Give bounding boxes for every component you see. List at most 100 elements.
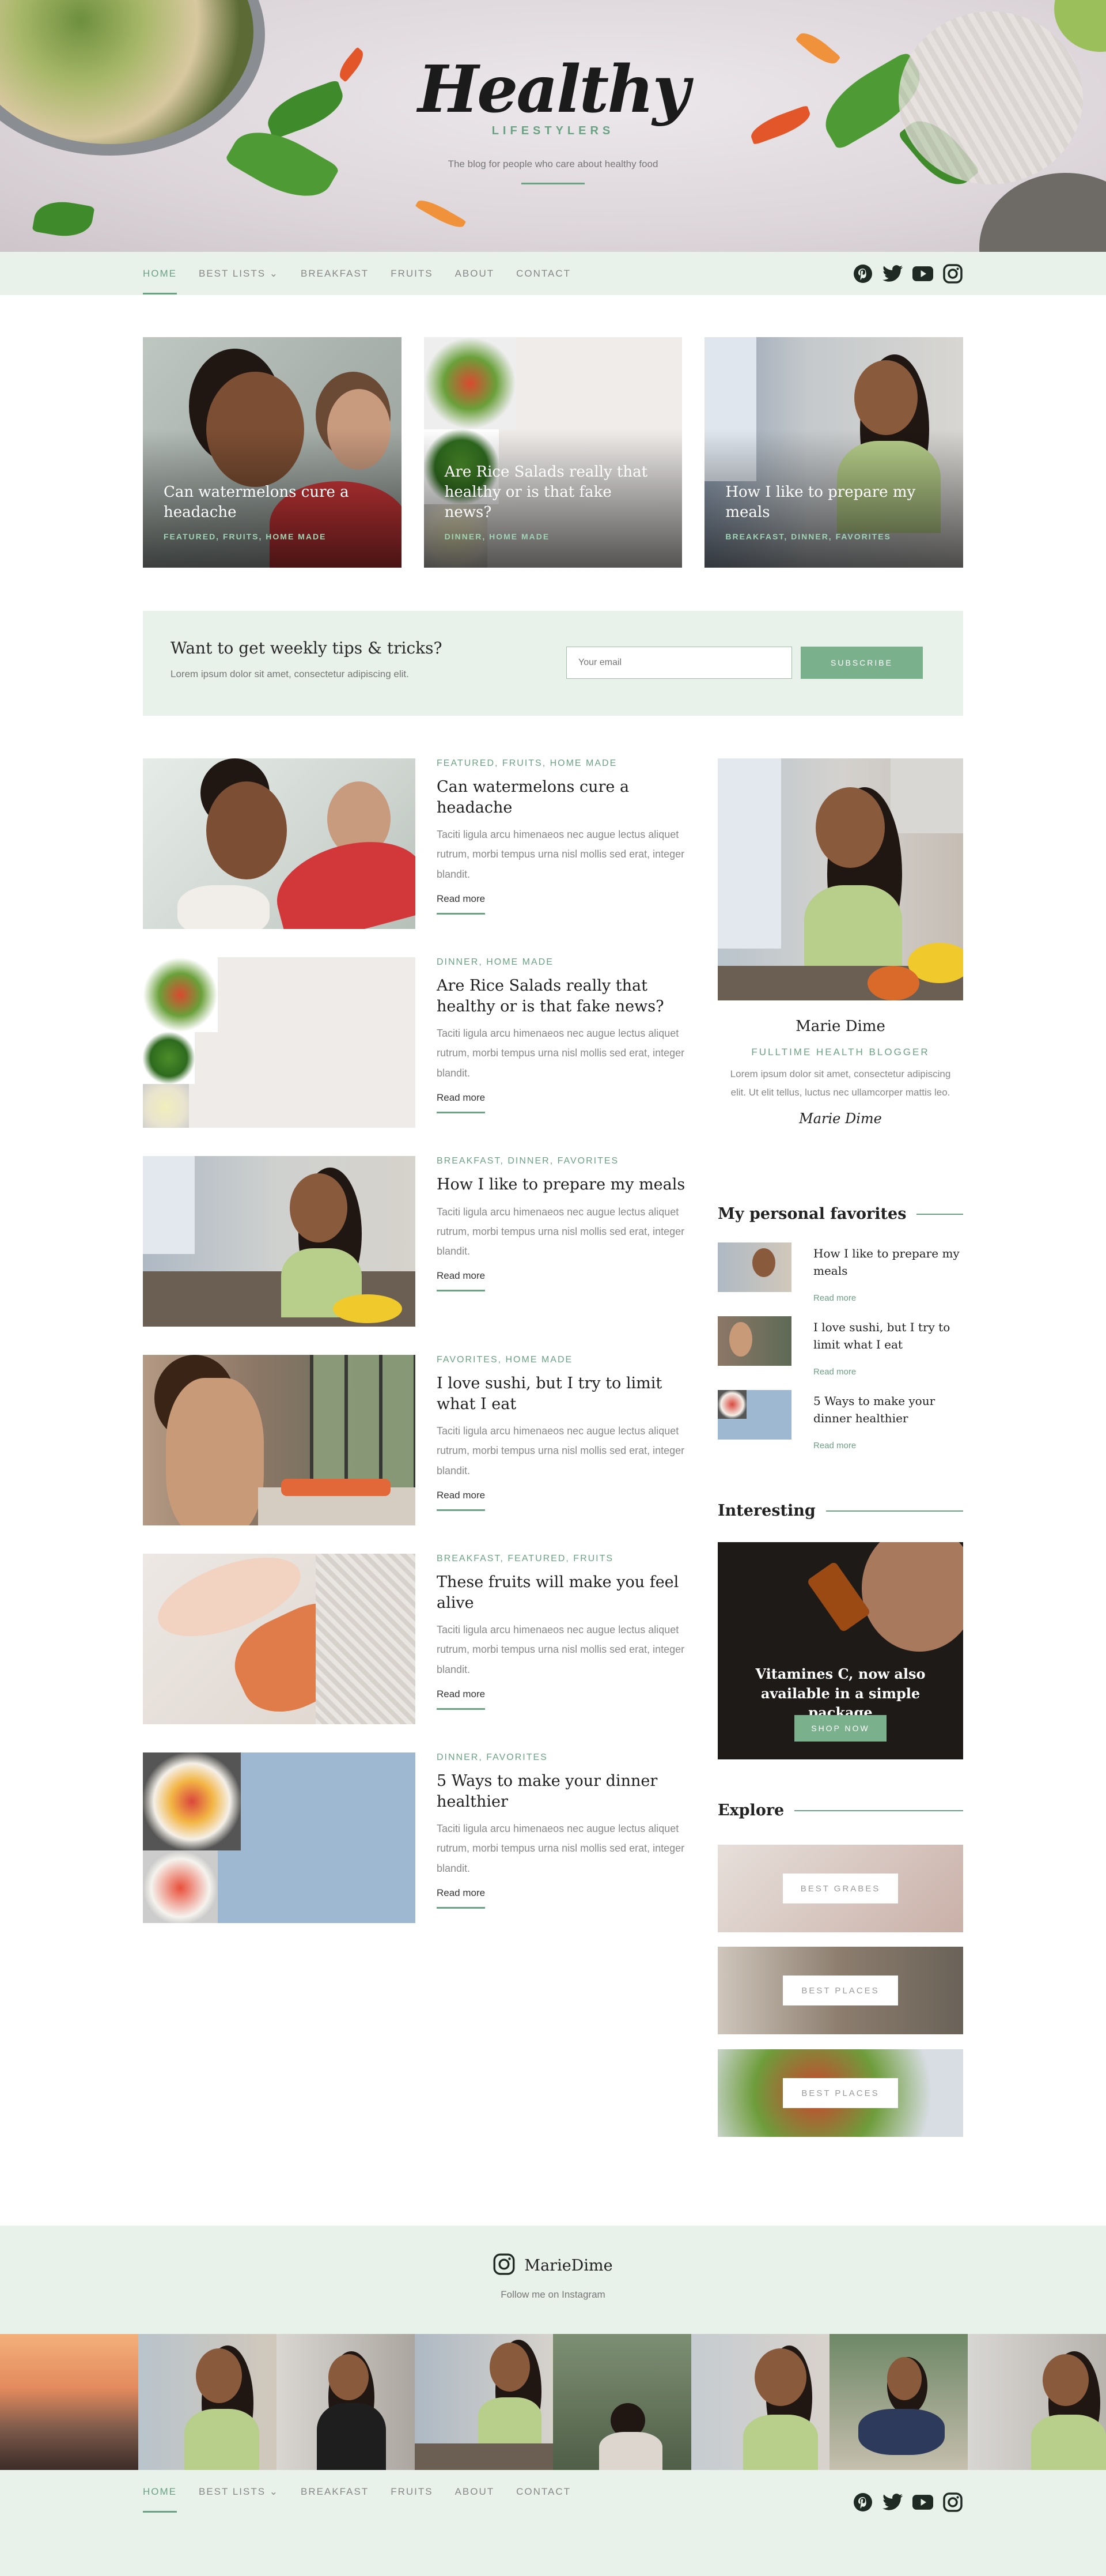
social-links: [853, 252, 963, 295]
instagram-photo[interactable]: [553, 2334, 691, 2470]
read-more-link[interactable]: Read more: [813, 1441, 856, 1451]
read-more-link[interactable]: Read more: [437, 1490, 486, 1511]
read-more-link[interactable]: Read more: [813, 1367, 856, 1377]
featured-tags[interactable]: BREAKFAST, DINNER, FAVORITES: [725, 532, 891, 541]
explore-heading: Explore: [718, 1801, 963, 1819]
explore-card[interactable]: BEST GRABES: [718, 1845, 963, 1932]
footer-nav-best-lists[interactable]: BEST LISTS ⌄: [199, 2486, 279, 2498]
featured-title[interactable]: Can watermelons cure a headache: [164, 482, 381, 523]
site-logo-subtitle: LIFESTYLERS: [491, 124, 615, 137]
explore-label[interactable]: BEST GRABES: [783, 1874, 898, 1903]
chevron-down-icon: ⌄: [269, 2486, 279, 2497]
instagram-photo[interactable]: [415, 2334, 553, 2470]
nav-fruits[interactable]: FRUITS: [391, 268, 433, 279]
nav-breakfast[interactable]: BREAKFAST: [301, 268, 369, 279]
footer-social-links: [853, 2480, 963, 2524]
post-tags[interactable]: BREAKFAST, FEATURED, FRUITS: [437, 1554, 690, 1564]
instagram-icon[interactable]: [942, 263, 963, 284]
pinterest-icon[interactable]: [853, 2492, 873, 2513]
explore-card[interactable]: BEST PLACES: [718, 2049, 963, 2137]
favorite-title[interactable]: I love sushi, but I try to limit what I …: [813, 1319, 963, 1353]
site-logo[interactable]: Healthy: [0, 58, 1106, 122]
post-image[interactable]: [143, 1156, 415, 1327]
author-bio: Lorem ipsum dolor sit amet, consectetur …: [730, 1068, 951, 1098]
featured-posts: Can watermelons cure a headache FEATURED…: [143, 337, 964, 568]
footer-nav-home[interactable]: HOME: [143, 2486, 177, 2513]
shop-now-button[interactable]: SHOP NOW: [794, 1715, 887, 1742]
post-title[interactable]: Can watermelons cure a headache: [437, 777, 690, 818]
sidebar: Marie Dime FULLTIME HEALTH BLOGGER Lorem…: [718, 758, 963, 2137]
post-excerpt: Taciti ligula arcu himenaeos nec augue l…: [437, 829, 685, 880]
subscribe-button[interactable]: SUBSCRIBE: [801, 647, 923, 679]
post-image[interactable]: [143, 1752, 415, 1923]
instagram-photo[interactable]: [276, 2334, 415, 2470]
post-image[interactable]: [143, 1554, 415, 1724]
featured-card[interactable]: Are Rice Salads really that healthy or i…: [423, 337, 683, 568]
site-tagline: The blog for people who care about healt…: [448, 158, 658, 169]
post-excerpt: Taciti ligula arcu himenaeos nec augue l…: [437, 1823, 685, 1874]
nav-about[interactable]: ABOUT: [455, 268, 495, 279]
read-more-link[interactable]: Read more: [813, 1293, 856, 1303]
post-tags[interactable]: DINNER, HOME MADE: [437, 957, 690, 968]
post-tags[interactable]: BREAKFAST, DINNER, FAVORITES: [437, 1156, 690, 1166]
instagram-icon[interactable]: [942, 2492, 963, 2513]
featured-card[interactable]: Can watermelons cure a headache FEATURED…: [143, 337, 402, 568]
vitamin-promo[interactable]: Vitamines C, now also available in a sim…: [718, 1542, 963, 1759]
post-title[interactable]: 5 Ways to make your dinner healthier: [437, 1771, 690, 1812]
newsletter-title: Want to get weekly tips & tricks?: [171, 639, 442, 658]
youtube-icon[interactable]: [912, 263, 933, 284]
read-more-link[interactable]: Read more: [437, 1092, 486, 1113]
favorite-title[interactable]: 5 Ways to make your dinner healthier: [813, 1392, 963, 1427]
instagram-photo[interactable]: [691, 2334, 830, 2470]
featured-title[interactable]: How I like to prepare my meals: [725, 482, 942, 523]
read-more-link[interactable]: Read more: [437, 1887, 486, 1909]
instagram-photo[interactable]: [138, 2334, 276, 2470]
instagram-photo[interactable]: [830, 2334, 968, 2470]
instagram-photo[interactable]: [968, 2334, 1106, 2470]
read-more-link[interactable]: Read more: [437, 893, 486, 915]
nav-home[interactable]: HOME: [143, 268, 177, 294]
post-title[interactable]: These fruits will make you feel alive: [437, 1572, 690, 1613]
main-navigation: HOME BEST LISTS ⌄ BREAKFAST FRUITS ABOUT…: [0, 252, 1106, 295]
post-title[interactable]: Are Rice Salads really that healthy or i…: [437, 976, 690, 1017]
instagram-username[interactable]: MarieDime: [524, 2257, 612, 2275]
instagram-photo[interactable]: [0, 2334, 138, 2470]
footer-nav-breakfast[interactable]: BREAKFAST: [301, 2486, 369, 2498]
footer-nav-fruits[interactable]: FRUITS: [391, 2486, 433, 2498]
youtube-icon[interactable]: [912, 2492, 933, 2513]
footer-nav-about[interactable]: ABOUT: [455, 2486, 495, 2498]
featured-card[interactable]: How I like to prepare my meals BREAKFAST…: [704, 337, 964, 568]
favorite-title[interactable]: How I like to prepare my meals: [813, 1245, 963, 1279]
explore-label[interactable]: BEST PLACES: [783, 2078, 898, 2108]
post-image[interactable]: [143, 1355, 415, 1525]
favorite-thumbnail[interactable]: [718, 1390, 791, 1440]
favorites-heading: My personal favorites: [718, 1205, 963, 1223]
footer-nav-contact[interactable]: CONTACT: [516, 2486, 571, 2498]
post-tags[interactable]: FEATURED, FRUITS, HOME MADE: [437, 758, 690, 769]
instagram-header[interactable]: MarieDime: [0, 2253, 1106, 2278]
newsletter-description: Lorem ipsum dolor sit amet, consectetur …: [171, 668, 409, 679]
email-input[interactable]: [566, 647, 792, 679]
pinterest-icon[interactable]: [853, 263, 873, 284]
post-image[interactable]: [143, 758, 415, 929]
read-more-link[interactable]: Read more: [437, 1270, 486, 1292]
instagram-section: MarieDime Follow me on Instagram: [0, 2226, 1106, 2334]
twitter-icon[interactable]: [882, 263, 903, 284]
featured-tags[interactable]: FEATURED, FRUITS, HOME MADE: [164, 532, 326, 541]
nav-best-lists[interactable]: BEST LISTS ⌄: [199, 268, 279, 279]
brand[interactable]: Healthy LIFESTYLERS The blog for people …: [0, 58, 1106, 184]
post-tags[interactable]: DINNER, FAVORITES: [437, 1752, 690, 1763]
twitter-icon[interactable]: [882, 2492, 903, 2513]
favorite-thumbnail[interactable]: [718, 1316, 791, 1366]
read-more-link[interactable]: Read more: [437, 1689, 486, 1710]
explore-card[interactable]: BEST PLACES: [718, 1947, 963, 2034]
post-tags[interactable]: FAVORITES, HOME MADE: [437, 1355, 690, 1365]
featured-title[interactable]: Are Rice Salads really that healthy or i…: [445, 462, 662, 523]
post-title[interactable]: I love sushi, but I try to limit what I …: [437, 1373, 690, 1414]
featured-tags[interactable]: DINNER, HOME MADE: [445, 532, 550, 541]
nav-contact[interactable]: CONTACT: [516, 268, 571, 279]
explore-label[interactable]: BEST PLACES: [783, 1976, 898, 2005]
favorite-thumbnail[interactable]: [718, 1242, 791, 1292]
post-image[interactable]: [143, 957, 415, 1128]
post-title[interactable]: How I like to prepare my meals: [437, 1174, 690, 1195]
